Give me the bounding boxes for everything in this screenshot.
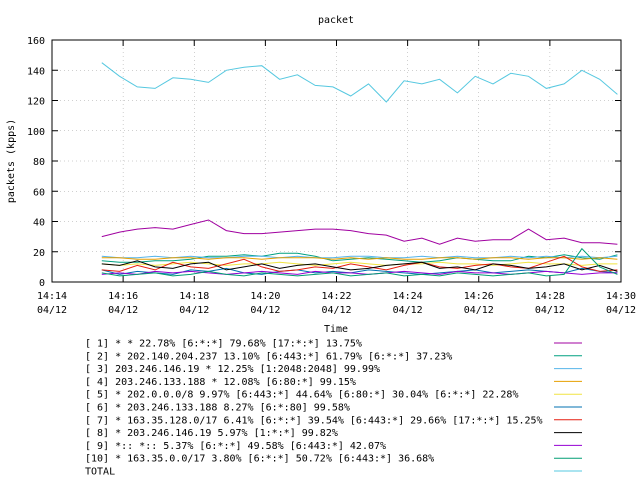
x-tick-label-date: 04/12 <box>321 305 351 316</box>
x-tick-label-date: 04/12 <box>393 305 423 316</box>
x-tick-label-time: 14:24 <box>393 291 423 302</box>
series-layer <box>101 62 618 277</box>
y-tick-label: 40 <box>33 218 45 229</box>
y-tick-label: 60 <box>33 187 45 198</box>
y-tick-label: 0 <box>39 278 45 289</box>
x-tick-label-time: 14:18 <box>179 291 209 302</box>
x-tick-label-date: 04/12 <box>37 305 67 316</box>
legend-label: [ 1] * * 22.78% [6:*:*] 79.68% [17:*:*] … <box>85 339 362 350</box>
chart-area: packet packets (kpps) Time 0 20 40 60 80 100 1… <box>0 0 640 480</box>
grid-layer <box>52 40 621 282</box>
legend-label: [ 9] *:: *:: 5.37% [6:*:*] 49.58% [6:443… <box>85 441 386 452</box>
x-tick-label-time: 14:22 <box>321 291 351 302</box>
legend-label: TOTAL <box>85 467 115 478</box>
legend-label: [ 7] * 163.35.128.0/17 6.41% [6:*:*] 39.… <box>85 415 543 426</box>
series-line-8 <box>101 260 618 272</box>
x-tick-label-time: 14:28 <box>535 291 565 302</box>
x-tick-label-date: 04/12 <box>464 305 494 316</box>
x-tick-label-date: 04/12 <box>108 305 138 316</box>
x-tick-label-date: 04/12 <box>250 305 280 316</box>
legend-label: [ 2] * 202.140.204.237 13.10% [6:443:*] … <box>85 351 452 362</box>
y-axis-label: packets (kpps) <box>6 119 17 203</box>
legend-label: [10] * 163.35.0.0/17 3.80% [6:*:*] 50.72… <box>85 454 434 465</box>
x-axis-label: Time <box>324 324 348 335</box>
x-tick-label-date: 04/12 <box>535 305 565 316</box>
x-tick-label-time: 14:26 <box>464 291 494 302</box>
legend-label: [ 8] * 203.246.146.19 5.97% [1:*:*] 99.8… <box>85 428 338 439</box>
x-tick-label-date: 04/12 <box>179 305 209 316</box>
y-tick-label: 140 <box>27 66 45 77</box>
legend-label: [ 4] 203.246.133.188 * 12.08% [6:80:*] 9… <box>85 377 356 388</box>
series-line-1 <box>101 219 618 245</box>
y-tick-label: 160 <box>27 36 45 47</box>
y-tick-label: 120 <box>27 97 45 108</box>
chart-title: packet <box>318 15 354 26</box>
y-tick-label: 20 <box>33 248 45 259</box>
y-tick-label: 80 <box>33 157 45 168</box>
legend: [ 1] * * 22.78% [6:*:*] 79.68% [17:*:*] … <box>85 339 582 478</box>
legend-label: [ 5] * 202.0.0.0/8 9.97% [6:443:*] 44.64… <box>85 390 518 401</box>
x-tick-label-time: 14:30 <box>606 291 636 302</box>
x-tick-label-time: 14:16 <box>108 291 138 302</box>
legend-label: [ 6] * 203.246.133.188 8.27% [6:*:80] 99… <box>85 403 350 414</box>
x-tick-label-time: 14:20 <box>250 291 280 302</box>
series-line-4 <box>101 257 618 260</box>
y-tick-label: 100 <box>27 127 45 138</box>
x-tick-label-date: 04/12 <box>606 305 636 316</box>
series-line-11 <box>101 62 618 103</box>
legend-label: [ 3] 203.246.146.19 * 12.25% [1:2048:204… <box>85 364 380 375</box>
chart-svg: packet packets (kpps) Time 0 20 40 60 80 100 1… <box>6 15 636 478</box>
x-tick-label-time: 14:14 <box>37 291 67 302</box>
